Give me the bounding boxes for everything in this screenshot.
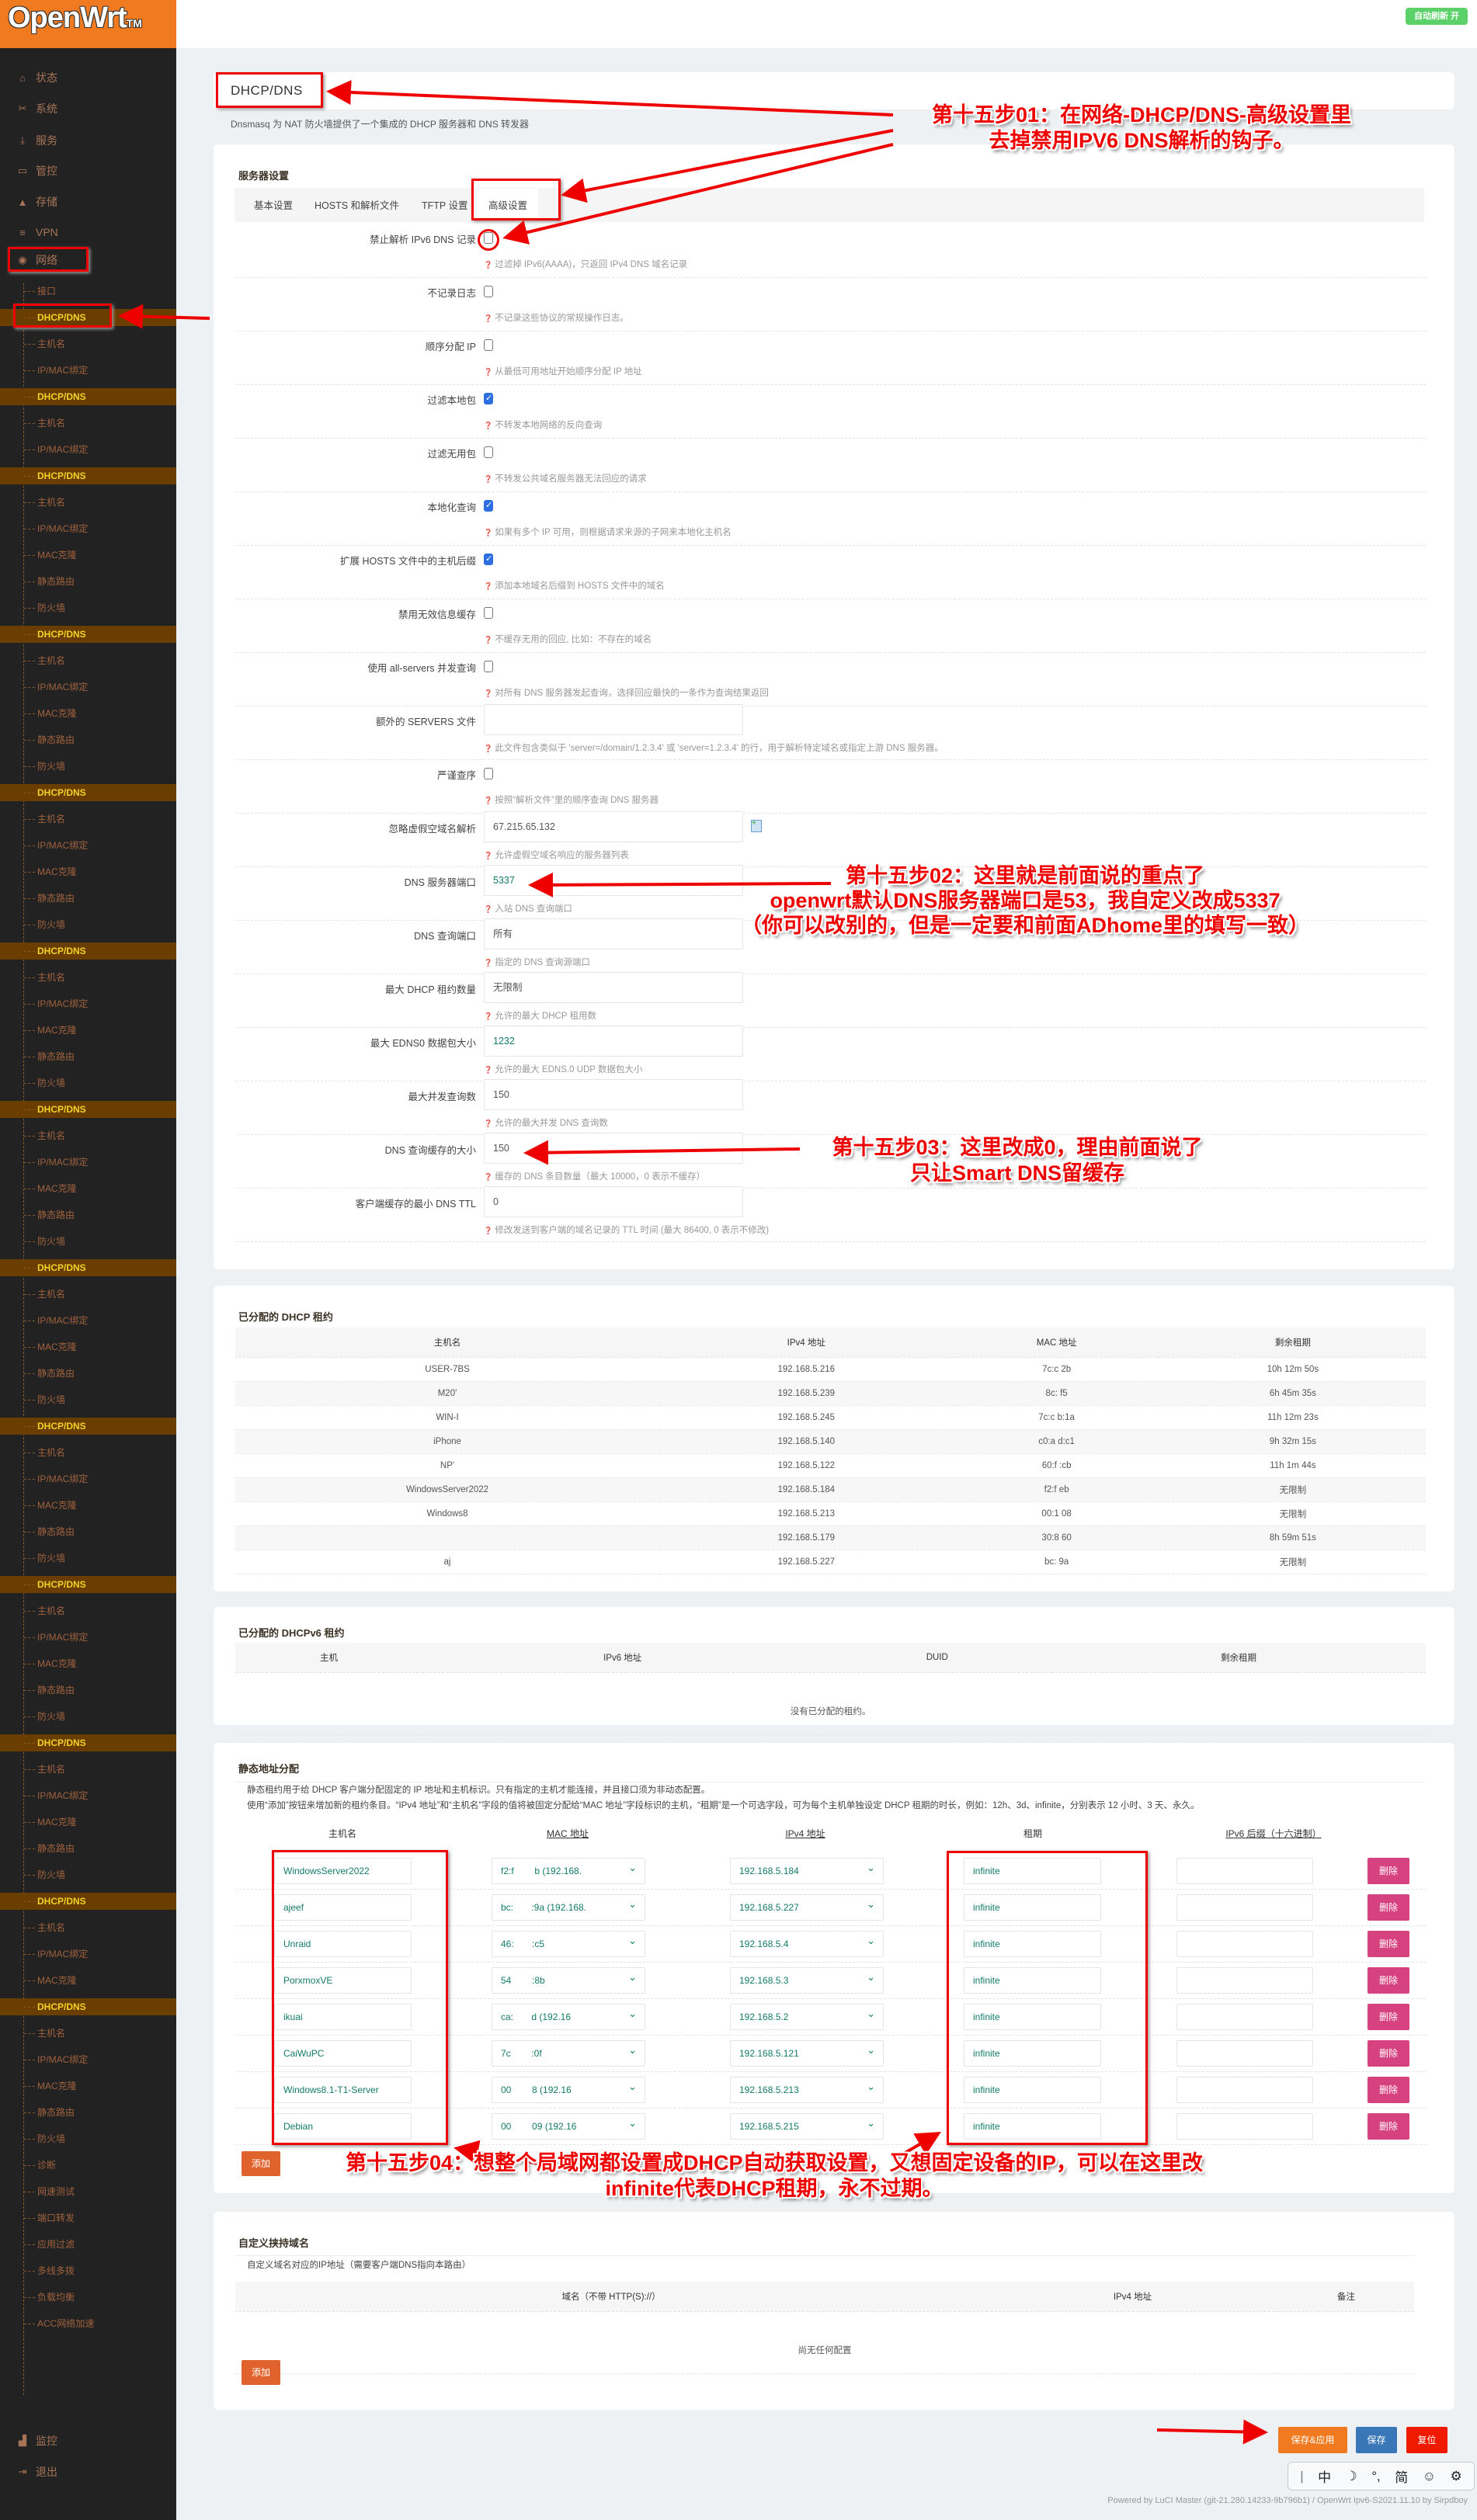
arrow-to-checkbox [502,143,894,245]
annotation-line: 去掉禁用IPV6 DNS解析的钩子。 [989,129,1295,152]
arrow-to-sidebar [118,304,210,329]
arrow-to-title [326,80,894,116]
annotation-line: 第十五步01：在网络-DHCP/DNS-高级设置里 [931,103,1352,127]
annotation-line: 只让Smart DNS留缓存 [909,1161,1125,1185]
annotation-line: openwrt默认DNS服务器端口是53，我自定义改成5337 [770,889,1281,912]
annotation-line: 第十五步02：这里就是前面说的重点了 [845,864,1205,887]
annotation-step02: 第十五步02：这里就是前面说的重点了 openwrt默认DNS服务器端口是53，… [668,863,1382,938]
annotation-line: 第十五步04：想整个局域网都设置成DHCP自动获取设置，又想固定设备的IP，可以… [345,2151,1204,2175]
arrow-to-cache-size [523,1140,801,1165]
annotation-arrows [118,80,1268,2445]
annotation-step04: 第十五步04：想整个局域网都设置成DHCP自动获取设置，又想固定设备的IP，可以… [281,2150,1267,2202]
annotation-step03: 第十五步03：这里改成0，理由前面说了 只让Smart DNS留缓存 [777,1135,1258,1186]
annotation-line: 第十五步03：这里改成0，理由前面说了 [832,1136,1203,1159]
annotation-step01: 第十五步01：在网络-DHCP/DNS-高级设置里 去掉禁用IPV6 DNS解析… [893,102,1390,154]
annotation-line: （你可以改别的，但是一定要和前面ADhome里的填写一致） [740,914,1309,937]
arrow-to-save-apply [1156,2419,1268,2445]
annotation-line: infinite代表DHCP租期，永不过期。 [605,2177,944,2200]
